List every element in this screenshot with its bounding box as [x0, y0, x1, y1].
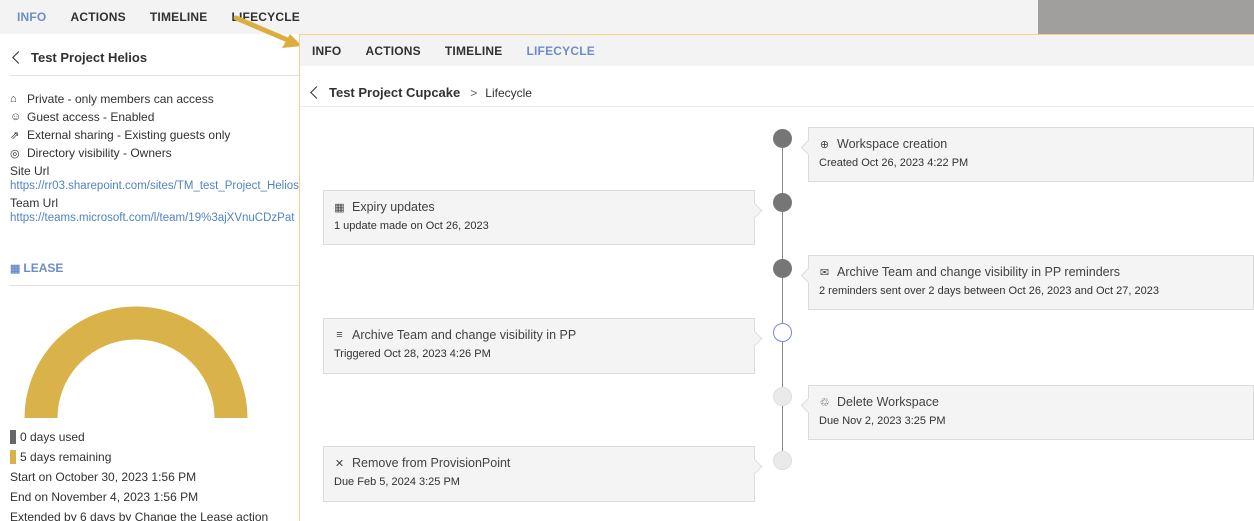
remaining-label: 5 days remaining — [20, 450, 112, 464]
divider — [10, 285, 300, 286]
workspace-info: ⌂ Private - only members can access ☺ Gu… — [10, 90, 300, 228]
guest-icon: ☺ — [10, 111, 22, 123]
info-row-visibility: ◎ Directory visibility - Owners — [10, 144, 300, 162]
overlay-backdrop — [1038, 0, 1254, 34]
event-description: 2 reminders sent over 2 days between Oct… — [819, 285, 1159, 297]
lease-start: Start on October 30, 2023 1:56 PM — [10, 470, 197, 484]
remaining-swatch — [10, 450, 16, 464]
archive-icon: ≡ — [336, 329, 343, 341]
gauge-remaining-arc — [24, 306, 248, 419]
timeline-line — [782, 139, 783, 469]
guest-text: Guest access - Enabled — [27, 110, 155, 124]
site-url-label: Site Url — [10, 164, 50, 178]
divider — [300, 106, 1254, 107]
used-swatch — [10, 430, 16, 444]
tab-info[interactable]: INFO — [312, 44, 341, 58]
event-title: Delete Workspace — [837, 395, 939, 409]
trash-icon: ♲ — [819, 396, 830, 409]
lease-legend: 0 days used 5 days remaining Start on Oc… — [10, 427, 310, 521]
event-card-remove-provisionpoint[interactable]: ✕ Remove from ProvisionPoint Due Feb 5, 2… — [323, 446, 755, 502]
timeline-node-delete-workspace — [773, 387, 792, 406]
event-title: Archive Team and change visibility in PP — [352, 328, 577, 342]
event-description: Created Oct 26, 2023 4:22 PM — [819, 157, 969, 169]
back-tab-info[interactable]: INFO — [17, 10, 46, 24]
back-chevron-icon[interactable] — [12, 51, 25, 64]
breadcrumb-page: Lifecycle — [485, 85, 532, 100]
info-row-guest: ☺ Guest access - Enabled — [10, 108, 300, 126]
event-title: Workspace creation — [837, 137, 948, 151]
lifecycle-panel: INFO ACTIONS TIMELINE LIFECYCLE Test Pro… — [299, 34, 1254, 521]
event-card-archive-team[interactable]: ≡ Archive Team and change visibility in P… — [323, 318, 755, 374]
timeline-node-archive-team — [773, 323, 792, 342]
event-title: Remove from ProvisionPoint — [352, 456, 511, 470]
team-url-label: Team Url — [10, 196, 59, 210]
event-description: Due Nov 2, 2023 3:25 PM — [819, 415, 946, 427]
calendar-icon: ▦ — [334, 201, 345, 214]
visibility-text: Directory visibility - Owners — [27, 146, 172, 160]
panel-tab-bar: INFO ACTIONS TIMELINE LIFECYCLE — [300, 35, 1254, 66]
tab-lifecycle[interactable]: LIFECYCLE — [526, 44, 594, 58]
lease-gauge — [24, 306, 248, 419]
legend-remaining: 5 days remaining — [10, 447, 310, 467]
timeline-node-remove-provisionpoint — [773, 451, 792, 470]
event-description: 1 update made on Oct 26, 2023 — [334, 220, 489, 232]
team-url-link[interactable]: https://teams.microsoft.com/l/team/19%3a… — [10, 212, 300, 228]
breadcrumb: Test Project Cupcake > Lifecycle — [308, 85, 532, 100]
back-chevron-icon[interactable] — [310, 86, 323, 99]
close-icon: ✕ — [334, 457, 345, 470]
event-description: Triggered Oct 28, 2023 4:26 PM — [334, 348, 491, 360]
event-card-delete-workspace[interactable]: ♲ Delete Workspace Due Nov 2, 2023 3:25 P… — [808, 385, 1254, 440]
lock-icon: ⌂ — [10, 93, 17, 105]
timeline-node-expiry-updates — [773, 193, 792, 212]
plus-circle-icon: ⊕ — [819, 138, 830, 151]
event-card-expiry-updates[interactable]: ▦ Expiry updates 1 update made on Oct 26,… — [323, 190, 755, 245]
legend-used: 0 days used — [10, 427, 310, 447]
tab-timeline[interactable]: TIMELINE — [445, 44, 503, 58]
site-url-link[interactable]: https://rr03.sharepoint.com/sites/TM_tes… — [10, 180, 300, 196]
lease-extended: Extended by 6 days by Change the Lease a… — [10, 510, 269, 521]
used-label: 0 days used — [20, 430, 85, 444]
breadcrumb-workspace[interactable]: Test Project Cupcake — [329, 85, 460, 100]
back-title: Test Project Helios — [10, 50, 147, 65]
reminder-icon: ✉ — [819, 266, 830, 279]
calendar-icon: ▦ — [10, 262, 21, 275]
back-tab-actions[interactable]: ACTIONS — [70, 10, 125, 24]
event-description: Due Feb 5, 2024 3:25 PM — [334, 476, 460, 488]
event-card-workspace-creation[interactable]: ⊕ Workspace creation Created Oct 26, 2023… — [808, 127, 1254, 182]
back-tab-bar: INFO ACTIONS TIMELINE LIFECYCLE — [0, 0, 1040, 34]
tab-actions[interactable]: ACTIONS — [365, 44, 420, 58]
info-row-sharing: ⇗ External sharing - Existing guests onl… — [10, 126, 300, 144]
share-icon: ⇗ — [10, 129, 20, 142]
event-title: Archive Team and change visibility in PP… — [837, 265, 1121, 279]
lease-end: End on November 4, 2023 1:56 PM — [10, 490, 199, 504]
lease-heading-label: LEASE — [23, 261, 64, 275]
privacy-text: Private - only members can access — [27, 92, 214, 106]
event-card-archive-reminders[interactable]: ✉ Archive Team and change visibility in P… — [808, 255, 1254, 310]
event-title: Expiry updates — [352, 200, 435, 214]
workspace-title: Test Project Helios — [31, 50, 148, 65]
timeline-node-workspace-creation — [773, 129, 792, 148]
lease-heading: ▦ LEASE — [10, 261, 63, 275]
visibility-icon: ◎ — [10, 147, 20, 160]
back-tab-timeline[interactable]: TIMELINE — [150, 10, 208, 24]
timeline-node-archive-reminders — [773, 259, 792, 278]
info-row-privacy: ⌂ Private - only members can access — [10, 90, 300, 108]
divider — [10, 75, 300, 76]
breadcrumb-separator: > — [470, 85, 478, 100]
sharing-text: External sharing - Existing guests only — [27, 128, 231, 142]
